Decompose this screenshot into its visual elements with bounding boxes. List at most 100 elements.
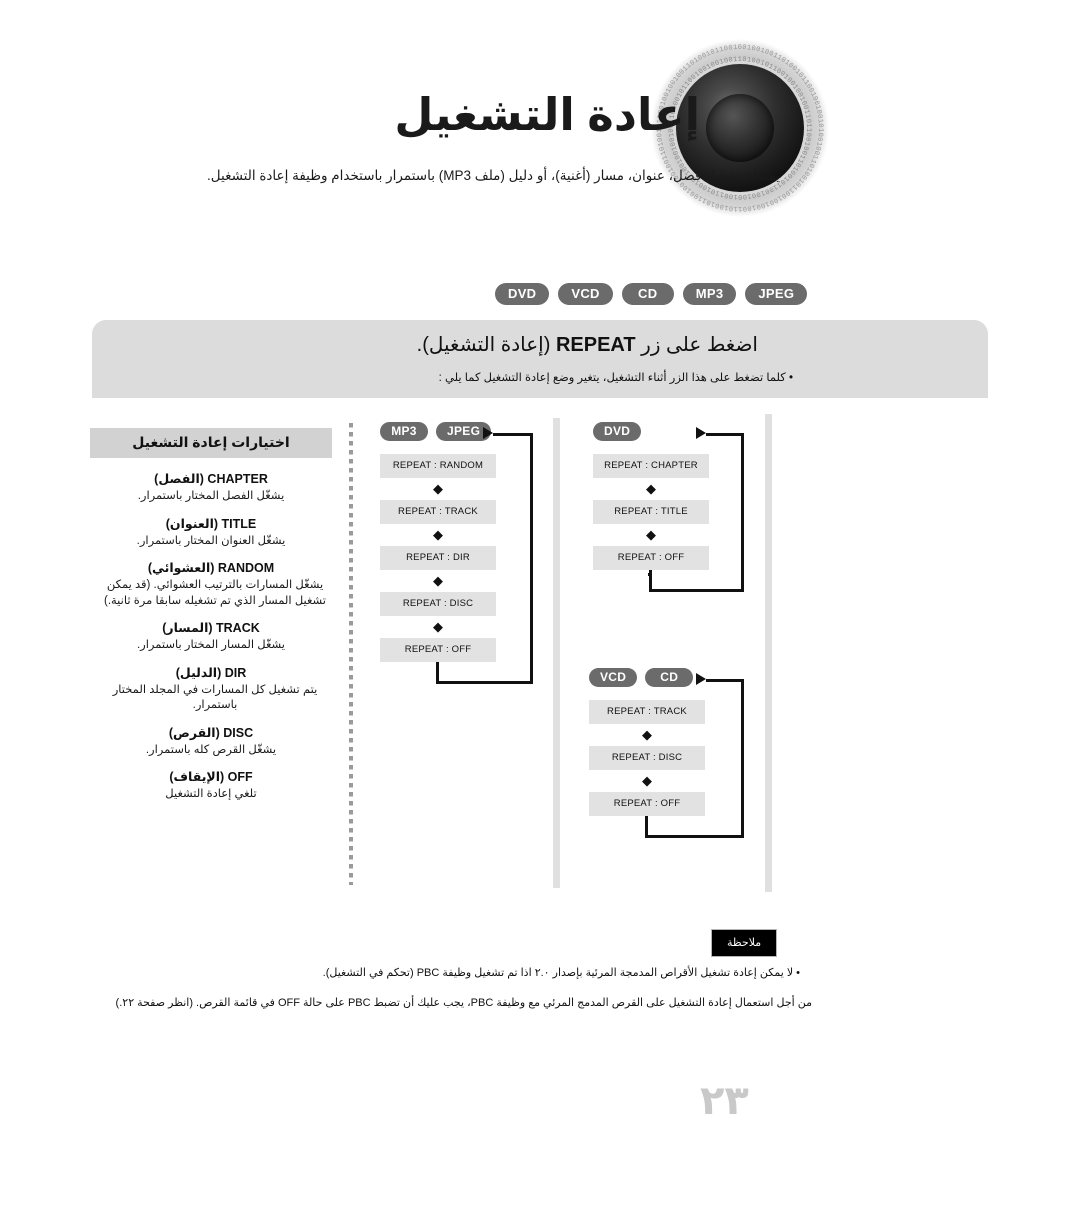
instruction-title: اضغط على زر REPEAT (إعادة التشغيل). — [417, 332, 758, 357]
flow-badge-dvd: DVD — [593, 422, 642, 441]
media-badge-mp3: MP3 — [682, 283, 737, 305]
flow-mp3-loopback-arrowhead — [483, 427, 493, 439]
option-chapter-name: CHAPTER — [207, 472, 268, 486]
flow-badge-cd: CD — [645, 668, 694, 687]
instruction-title-keyword: REPEAT — [555, 334, 636, 356]
flow-badge-mp3: MP3 — [380, 422, 428, 441]
option-title-desc: يشغّل العنوان المختار باستمرار. — [136, 534, 286, 547]
flow-loopback-base — [649, 589, 744, 592]
option-random-name: RANDOM — [217, 561, 275, 576]
column-divider-left — [553, 418, 560, 888]
flow-vcd-step-track: REPEAT : TRACK — [589, 700, 705, 724]
media-badge-jpeg: JPEG — [745, 283, 808, 305]
flow-mp3-step-off: REPEAT : OFF — [380, 638, 496, 662]
manual-page: 1001001101001011001001001001101001011001… — [0, 0, 1080, 1206]
option-off-desc: تلغي إعادة التشغيل — [165, 788, 257, 801]
flow-vcd-arrow-1: ◆ — [642, 727, 652, 742]
instruction-panel: اضغط على زر REPEAT (إعادة التشغيل). • كل… — [92, 320, 988, 398]
option-track-desc: يشغّل المسار المختار باستمرار. — [136, 639, 285, 652]
flow-dvd-loopback-stem — [648, 573, 651, 576]
media-badge-dvd: DVD — [495, 283, 550, 305]
media-badge-cd: CD — [621, 283, 674, 305]
flow-dvd-step-off: REPEAT : OFF — [593, 546, 709, 570]
flow-dvd-arrow-2: ◆ — [646, 527, 656, 542]
page-title: إعادة التشغيل — [394, 89, 701, 140]
option-item-track: TRACK (المسار) يشغّل المسار المختار باست… — [90, 620, 332, 654]
option-dir-arabic: (الدليل) — [175, 665, 222, 680]
media-badge-row: DVD VCD CD MP3 JPEG — [495, 283, 808, 305]
flow-vcd-arrow-2: ◆ — [642, 773, 652, 788]
flow-loopback-stem — [649, 570, 652, 592]
flow-vcd-step-off: REPEAT : OFF — [589, 792, 705, 816]
flow-mp3-arrow-1: ◆ — [433, 481, 443, 496]
option-item-off: OFF (الإيقاف) تلغي إعادة التشغيل — [90, 769, 332, 803]
note-line-1: • لا يمكن إعادة تشغيل الأقراص المدمجة ال… — [322, 967, 800, 979]
column-divider-right — [765, 414, 772, 892]
flow-loopback-base — [645, 835, 744, 838]
option-disc-arabic: (القرص) — [168, 725, 220, 740]
flow-vcd-loopback — [706, 679, 744, 838]
flow-vcd-loopback-arrowhead — [696, 673, 706, 685]
note-line-2: من أجل استعمال إعادة التشغيل على القرص ا… — [115, 997, 812, 1009]
option-disc-desc: يشغّل القرص كله باستمرار. — [145, 743, 277, 756]
page-number: ٢٣ — [700, 1079, 749, 1123]
options-list-title: اختيارات إعادة التشغيل — [90, 428, 332, 458]
flow-dvd-step-chapter: REPEAT : CHAPTER — [593, 454, 709, 478]
note-badge: ملاحظة — [710, 929, 778, 957]
option-item-random: RANDOM (العشوائي) يشغّل المسارات بالترتي… — [90, 560, 332, 609]
option-track-arabic: (المسار) — [162, 621, 213, 636]
option-item-chapter: CHAPTER (الفصل) يشغّل الفصل المختار باست… — [90, 471, 332, 505]
option-dir-desc: يتم تشغيل كل المسارات في المجلد المختار … — [112, 683, 318, 712]
option-dir-name: DIR — [224, 665, 247, 680]
option-track-name: TRACK — [216, 621, 260, 636]
flow-dvd-badges: DVD — [593, 422, 709, 441]
option-item-dir: DIR (الدليل) يتم تشغيل كل المسارات في ال… — [90, 665, 332, 714]
flow-loopback-stem — [645, 816, 648, 838]
intro-paragraph: يمكنك تشغيل فصل، عنوان، مسار (أغنية)، أو… — [207, 168, 780, 183]
flow-mp3-step-dir: REPEAT : DIR — [380, 546, 496, 570]
option-random-arabic: (العشوائي) — [147, 561, 215, 576]
flow-mp3-step-track: REPEAT : TRACK — [380, 500, 496, 524]
option-off-arabic: (الإيقاف) — [169, 770, 225, 785]
flow-dvd-arrow-1: ◆ — [646, 481, 656, 496]
flow-mp3-step-disc: REPEAT : DISC — [380, 592, 496, 616]
instruction-title-suffix: (إعادة التشغيل). — [416, 334, 556, 356]
repeat-options-list: اختيارات إعادة التشغيل CHAPTER (الفصل) ي… — [90, 428, 332, 814]
option-off-heading: OFF (الإيقاف) — [90, 769, 332, 784]
flowchart-dvd: DVD REPEAT : CHAPTER ◆ REPEAT : TITLE ◆ … — [593, 422, 744, 592]
option-item-title: TITLE (العنوان) يشغّل العنوان المختار با… — [90, 516, 332, 550]
flowchart-vcd-cd: VCD CD REPEAT : TRACK ◆ REPEAT : DISC ◆ … — [589, 668, 744, 838]
flow-dvd-loopback-arrowhead — [696, 427, 706, 439]
flowchart-mp3-jpeg: MP3 JPEG REPEAT : RANDOM ◆ REPEAT : TRAC… — [380, 422, 533, 684]
flow-loopback-stem — [436, 662, 439, 684]
instruction-bullet: • كلما تضغط على هذا الزر أثناء التشغيل، … — [438, 372, 793, 384]
option-random-desc: يشغّل المسارات بالترتيب العشوائي. (قد يم… — [103, 579, 326, 607]
flow-mp3-badges: MP3 JPEG — [380, 422, 496, 441]
option-title-arabic: (العنوان) — [165, 516, 219, 531]
flow-mp3-arrow-3: ◆ — [433, 573, 443, 588]
instruction-title-prefix: اضغط على زر — [635, 334, 758, 356]
flow-mp3-loopback — [493, 433, 533, 684]
option-item-disc: DISC (القرص) يشغّل القرص كله باستمرار. — [90, 725, 332, 759]
flow-mp3-arrow-4: ◆ — [433, 619, 443, 634]
option-disc-name: DISC — [223, 725, 254, 740]
dotted-divider — [349, 423, 353, 885]
option-random-heading: RANDOM (العشوائي) — [90, 560, 332, 575]
flow-loopback-base — [436, 681, 533, 684]
flow-dvd-loopback — [706, 433, 744, 592]
option-disc-heading: DISC (القرص) — [90, 725, 332, 740]
option-chapter-desc: يشغّل الفصل المختار باستمرار. — [137, 490, 285, 502]
option-off-name: OFF — [227, 770, 253, 785]
flow-mp3-step-random: REPEAT : RANDOM — [380, 454, 496, 478]
option-title-heading: TITLE (العنوان) — [90, 516, 332, 531]
flow-dvd-step-title: REPEAT : TITLE — [593, 500, 709, 524]
flow-vcd-badges: VCD CD — [589, 668, 705, 687]
option-chapter-arabic: (الفصل) — [154, 472, 204, 486]
flow-vcd-step-disc: REPEAT : DISC — [589, 746, 705, 770]
option-chapter-heading: CHAPTER (الفصل) — [90, 471, 332, 486]
option-title-name: TITLE — [221, 516, 257, 531]
media-badge-vcd: VCD — [558, 283, 613, 305]
option-track-heading: TRACK (المسار) — [90, 620, 332, 635]
flow-badge-vcd: VCD — [589, 668, 638, 687]
page-header: 1001001101001011001001001001101001011001… — [0, 0, 1080, 250]
